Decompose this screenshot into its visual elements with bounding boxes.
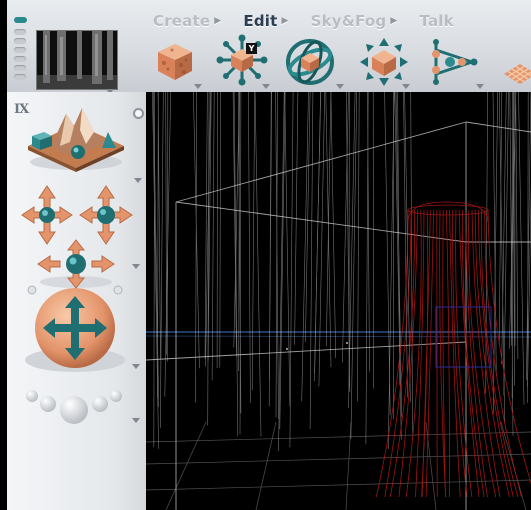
tab-edit[interactable]: Edit ▶ — [243, 12, 288, 30]
layer-light[interactable] — [14, 56, 26, 62]
tab-sky-fog-label: Sky&Fog — [310, 12, 387, 30]
axis-constrain-tool-button[interactable] — [216, 34, 268, 86]
tab-create[interactable]: Create ▶ — [153, 12, 221, 30]
scale-tool-button[interactable] — [358, 36, 408, 86]
active-light[interactable] — [14, 17, 27, 23]
panel-toggle-icon[interactable] — [133, 108, 144, 119]
link-chain-icon — [432, 39, 478, 85]
gyroscope-rotate-icon — [286, 39, 334, 85]
move-sphere-icon — [25, 285, 125, 372]
layer-light[interactable] — [14, 65, 26, 71]
textured-cube-icon — [158, 44, 192, 80]
tab-talk-label: Talk — [419, 12, 454, 30]
world-objects-button[interactable] — [22, 102, 128, 174]
link-tool-dropdown-icon[interactable] — [476, 84, 484, 89]
move-dropdown-icon[interactable] — [132, 364, 140, 369]
tab-talk[interactable]: Talk — [419, 12, 453, 30]
axis-arrows-icon — [216, 34, 268, 86]
speed-control[interactable] — [24, 382, 124, 426]
scale-tool-dropdown-icon[interactable] — [402, 84, 410, 89]
layer-light[interactable] — [14, 29, 26, 35]
navigation-dropdown-icon[interactable] — [132, 264, 140, 269]
camera-move-button[interactable] — [18, 282, 132, 374]
tile-grid-icon — [504, 64, 531, 84]
cube-tool-dropdown-icon[interactable] — [194, 84, 202, 89]
layer-light[interactable] — [14, 38, 26, 44]
tab-sky-fog[interactable]: Sky&Fog ▶ — [311, 12, 398, 30]
texture-cube-tool-button[interactable] — [150, 36, 200, 86]
world-thumbnail[interactable] — [36, 30, 118, 90]
axis-badge: Y — [246, 43, 257, 54]
rotate-tool-dropdown-icon[interactable] — [336, 84, 344, 89]
terrain-objects-icon — [28, 108, 124, 172]
chevron-right-icon: ▶ — [214, 16, 222, 26]
status-lights — [0, 0, 30, 92]
chevron-right-icon: ▶ — [281, 16, 289, 26]
axis-tool-dropdown-icon[interactable] — [262, 84, 270, 89]
3d-viewport[interactable] — [146, 92, 531, 510]
mode-tabs: Create ▶ Edit ▶ Sky&Fog ▶ Talk — [153, 10, 454, 32]
layer-light[interactable] — [14, 74, 26, 80]
tab-create-label: Create — [153, 12, 211, 30]
rotate-tool-button[interactable] — [284, 36, 334, 86]
tab-edit-label: Edit — [243, 12, 278, 30]
link-tool-button[interactable] — [428, 36, 478, 86]
chevron-right-icon: ▶ — [390, 16, 398, 26]
forest-thumbnail-image — [37, 31, 117, 89]
speed-dropdown-icon[interactable] — [132, 418, 140, 423]
speed-spheres-icon — [26, 390, 122, 424]
scale-arrows-icon — [360, 38, 408, 86]
layer-light[interactable] — [14, 47, 26, 53]
tile-tool-button[interactable] — [500, 52, 531, 88]
wireframe-scene — [146, 92, 531, 510]
